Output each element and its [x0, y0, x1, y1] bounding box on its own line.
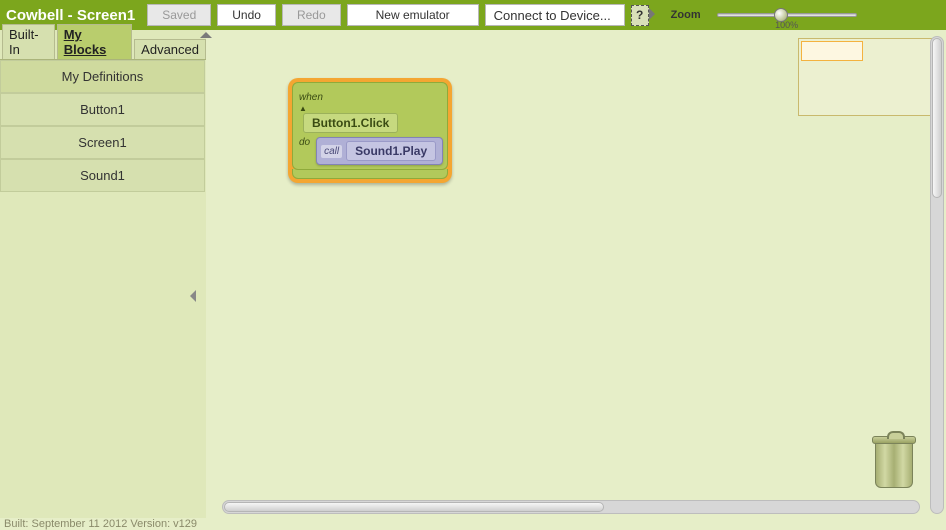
minimap[interactable]	[798, 38, 938, 116]
footer-build-info: Built: September 11 2012 Version: v129	[4, 518, 197, 530]
undo-button[interactable]: Undo	[217, 4, 276, 26]
keyword-do: do	[299, 137, 310, 148]
sidebar-item-sound1[interactable]: Sound1	[0, 159, 205, 192]
new-emulator-button[interactable]: New emulator	[347, 4, 479, 26]
keyword-call: call	[321, 145, 342, 158]
sidebar-item-screen1[interactable]: Screen1	[0, 126, 205, 159]
redo-button[interactable]: Redo	[282, 4, 341, 26]
tab-advanced[interactable]: Advanced	[134, 39, 206, 59]
saved-button[interactable]: Saved	[147, 4, 211, 26]
event-label[interactable]: Button1.Click	[303, 113, 398, 133]
zoom-label: Zoom	[671, 9, 701, 21]
sidebar-item-mydefinitions[interactable]: My Definitions	[0, 60, 205, 93]
call-label[interactable]: Sound1.Play	[346, 141, 436, 161]
vertical-scrollbar[interactable]	[930, 36, 944, 514]
main-area: Built-In My Blocks Advanced My Definitio…	[0, 30, 946, 518]
sidebar-collapse-up-icon[interactable]	[200, 32, 212, 38]
connect-device-dropdown[interactable]: Connect to Device...	[485, 4, 625, 26]
zoom-knob[interactable]	[774, 8, 788, 22]
zoom-slider[interactable]: 100%	[717, 13, 857, 17]
sidebar: Built-In My Blocks Advanced My Definitio…	[0, 30, 206, 518]
app-title: Cowbell - Screen1	[6, 7, 135, 24]
call-block[interactable]: call Sound1.Play	[316, 137, 443, 165]
horizontal-scroll-thumb[interactable]	[224, 502, 604, 512]
sidebar-tabs: Built-In My Blocks Advanced	[0, 38, 206, 60]
event-block[interactable]: when Button1.Click do call Sound1.Play	[288, 78, 452, 183]
tab-myblocks[interactable]: My Blocks	[57, 24, 132, 59]
sidebar-collapse-icon[interactable]	[190, 290, 196, 302]
toolbar: Cowbell - Screen1 Saved Undo Redo New em…	[0, 0, 946, 30]
trash-icon[interactable]	[872, 436, 918, 492]
tab-builtin[interactable]: Built-In	[2, 24, 55, 59]
minimap-viewport[interactable]	[801, 41, 863, 61]
keyword-when: when	[299, 92, 441, 113]
sidebar-item-button1[interactable]: Button1	[0, 93, 205, 126]
horizontal-scrollbar[interactable]	[222, 500, 920, 514]
vertical-scroll-thumb[interactable]	[932, 38, 942, 198]
workspace[interactable]: when Button1.Click do call Sound1.Play	[216, 36, 940, 518]
help-button[interactable]: ?	[631, 5, 649, 26]
